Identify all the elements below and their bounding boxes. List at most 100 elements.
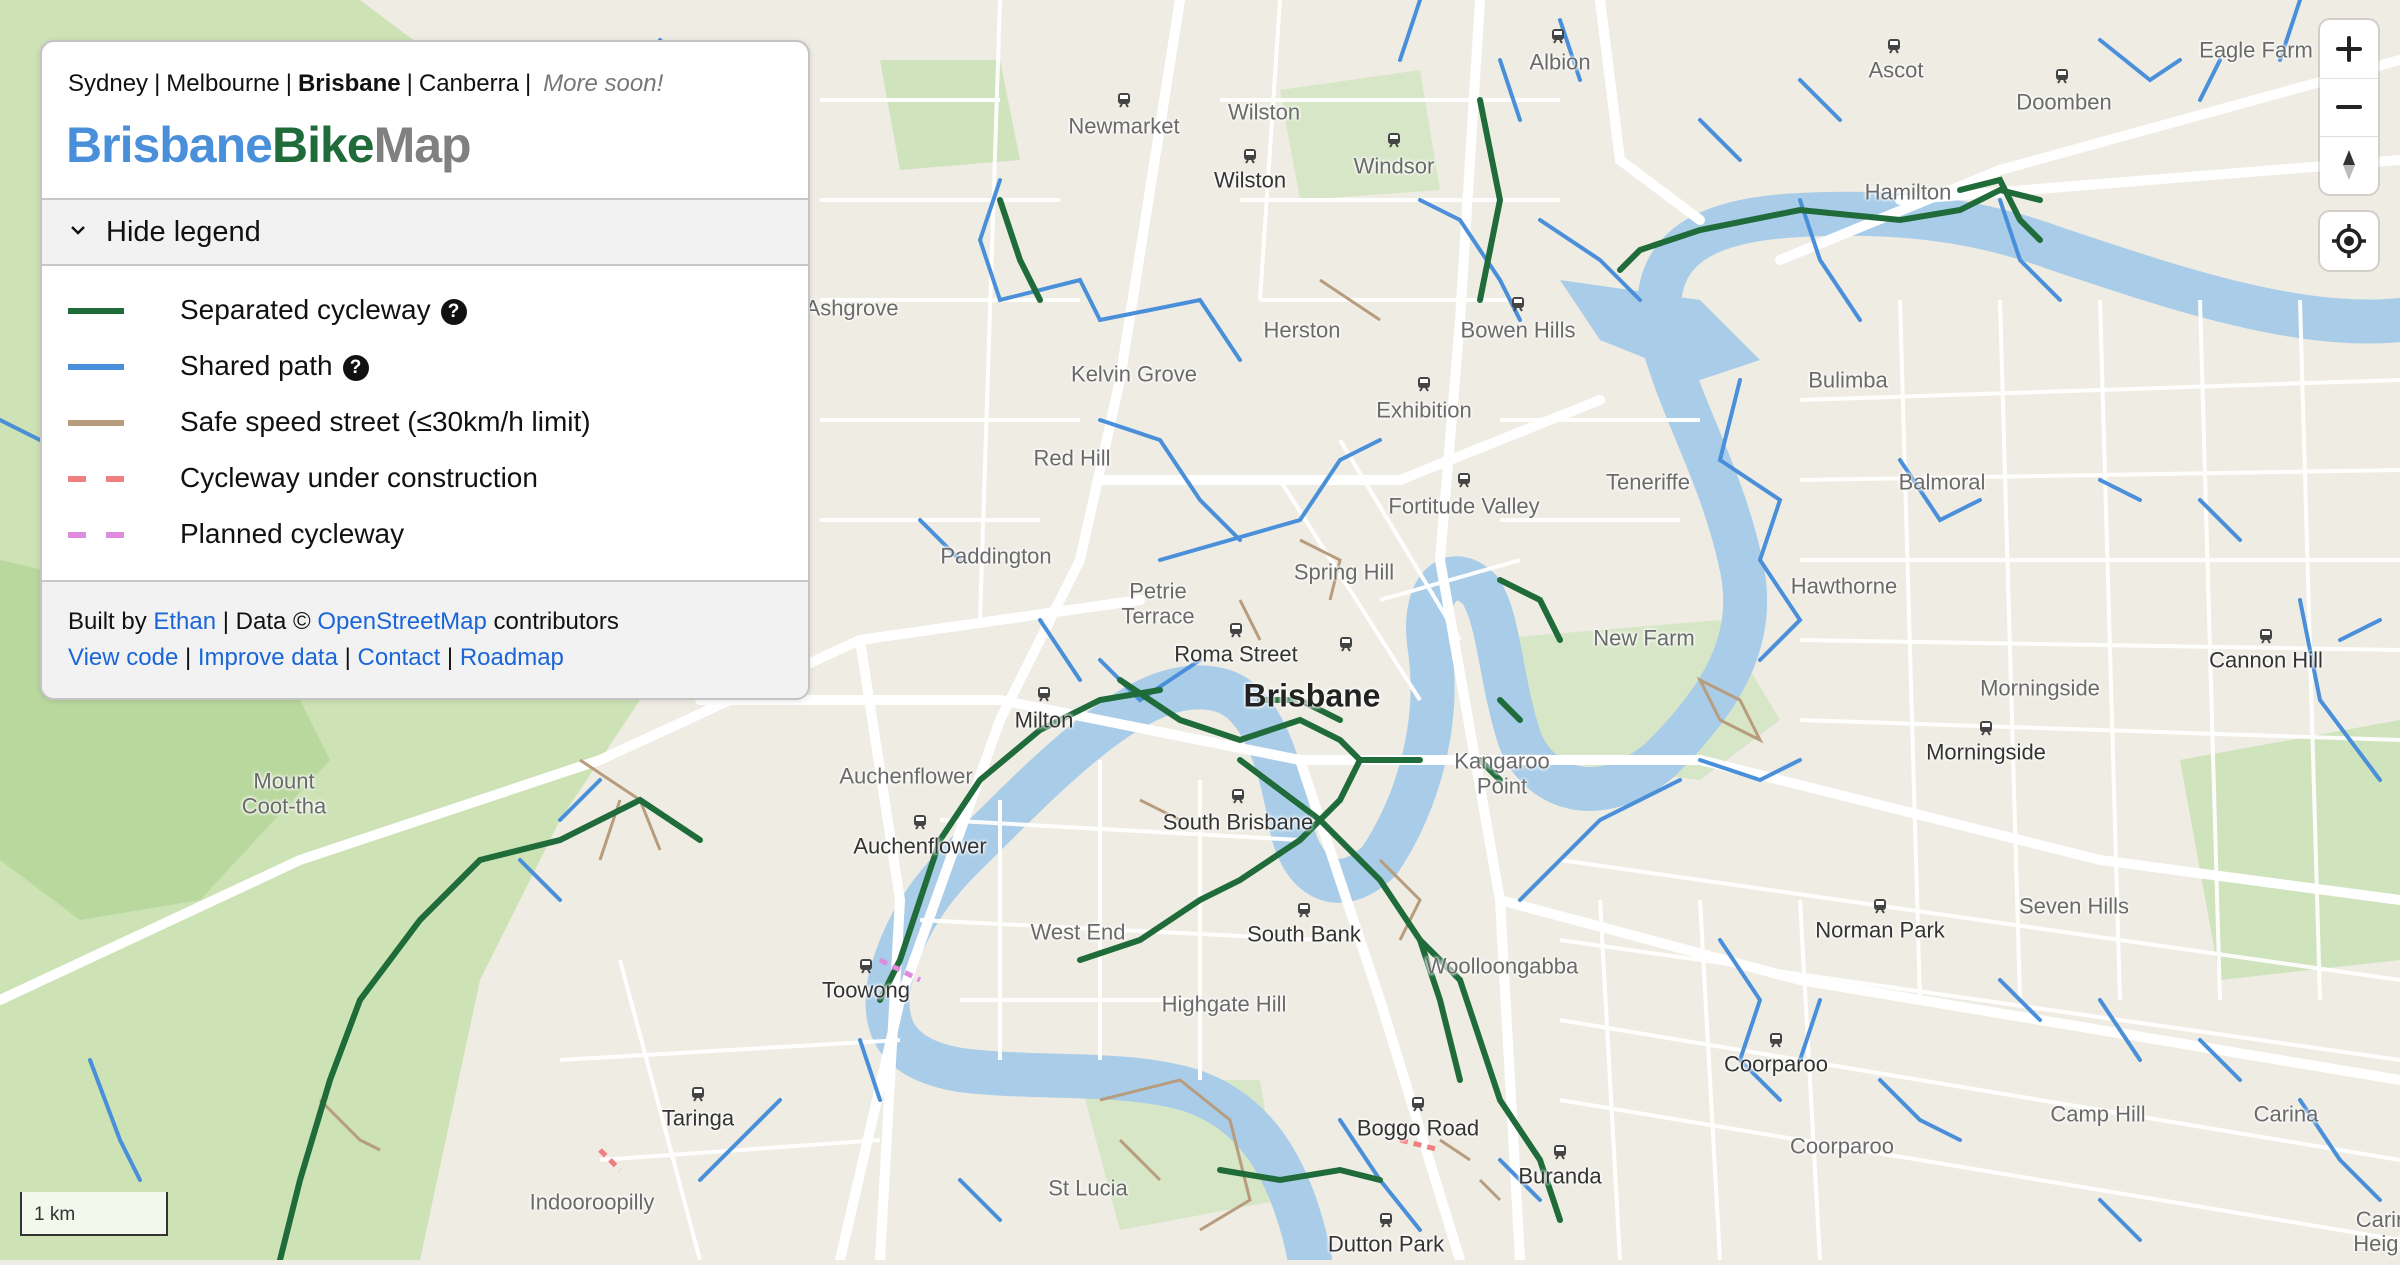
contact-link[interactable]: Contact xyxy=(358,644,441,671)
label-fortitude-valley: Fortitude Valley xyxy=(1388,493,1540,519)
train-station-icon xyxy=(1038,687,1050,702)
label-west-end: West End xyxy=(1030,919,1126,945)
train-station-icon xyxy=(1380,1213,1392,1228)
label-coorparoo: Coorparoo xyxy=(1790,1133,1894,1159)
label-morningside: Morningside xyxy=(1926,739,2046,765)
train-station-icon xyxy=(860,959,872,974)
scale-bar-label: 1 km xyxy=(34,1204,76,1225)
city-separator: | xyxy=(406,70,413,97)
train-station-icon xyxy=(914,815,926,830)
label-cannon-hill: Cannon Hill xyxy=(2209,647,2323,673)
label-carina: Carina xyxy=(2253,1101,2319,1127)
label-hamilton: Hamilton xyxy=(1864,179,1952,205)
legend-item-planned: Planned cycleway xyxy=(68,514,768,554)
view-code-link[interactable]: View code xyxy=(68,644,178,671)
legend-swatch-shared xyxy=(68,364,124,370)
train-station-icon xyxy=(1388,133,1400,148)
label-bulimba: Bulimba xyxy=(1808,367,1888,393)
label-woolloongabba: Woolloongabba xyxy=(1425,953,1579,979)
label-mount-coot-tha: Mount Coot-tha xyxy=(241,768,327,819)
plus-icon xyxy=(2336,36,2362,62)
label-kelvin-grove: Kelvin Grove xyxy=(1071,361,1197,387)
locate-icon xyxy=(2332,224,2366,258)
label-kangaroo-point: Kangaroo Point xyxy=(1454,748,1550,799)
train-station-icon xyxy=(1418,377,1430,392)
credits-line: Built by Ethan | Data © OpenStreetMap co… xyxy=(68,608,619,636)
train-station-icon xyxy=(1458,473,1470,488)
label-wilston: Wilston xyxy=(1213,167,1287,193)
legend-item-separated-cycleway: Separated cycleway? xyxy=(68,290,768,330)
zoom-in-button[interactable] xyxy=(2320,20,2378,78)
legend-swatch-separated xyxy=(68,308,124,314)
train-station-icon xyxy=(1412,1097,1424,1112)
legend-item-under-construction: Cycleway under construction xyxy=(68,458,768,498)
train-station-icon xyxy=(1230,623,1242,638)
locate-button[interactable] xyxy=(2320,212,2378,270)
improve-data-link[interactable]: Improve data xyxy=(198,644,338,671)
label-buranda: Buranda xyxy=(1518,1163,1602,1189)
label-auchenflower: Auchenflower xyxy=(853,833,987,859)
train-station-icon xyxy=(1980,721,1992,736)
train-station-icon xyxy=(1118,93,1130,108)
logo-bike: Bike xyxy=(271,117,375,173)
legend-toggle[interactable]: Hide legend xyxy=(42,198,808,266)
label-roma-street: Roma Street xyxy=(1174,641,1298,667)
label-ascot: Ascot xyxy=(1868,57,1924,83)
city-link-sydney[interactable]: Sydney xyxy=(68,70,148,97)
label-boggo-road: Boggo Road xyxy=(1356,1115,1480,1141)
label-brisbane-city: Brisbane xyxy=(1243,677,1381,714)
legend-swatch-safe-speed xyxy=(68,420,124,426)
label-carin: Carin xyxy=(2355,1206,2400,1232)
train-station-icon xyxy=(692,1087,704,1102)
compass-icon xyxy=(2343,150,2355,180)
contributors-text: contributors xyxy=(493,608,619,635)
scale-bar: 1 km xyxy=(20,1192,168,1236)
label-herston: Herston xyxy=(1263,317,1341,343)
label-milton: Milton xyxy=(1014,707,1074,733)
label-highgate-hill: Highgate Hill xyxy=(1161,991,1287,1017)
label-seven-hills: Seven Hills xyxy=(2018,893,2130,919)
link-separator: | xyxy=(446,644,454,671)
help-icon[interactable]: ? xyxy=(440,299,467,325)
label-hawthorne: Hawthorne xyxy=(1790,573,1898,599)
label-coorparoo-station: Coorparoo xyxy=(1724,1051,1828,1077)
label-heigh: Heigh xyxy=(2353,1231,2400,1256)
site-logo: BrisbaneBikeMap xyxy=(66,116,472,174)
footer-links: View code | Improve data | Contact | Roa… xyxy=(68,644,564,672)
legend-label-separated: Separated cycleway xyxy=(180,294,431,325)
train-station-icon xyxy=(2260,629,2272,644)
zoom-out-button[interactable] xyxy=(2320,78,2378,136)
compass-button[interactable] xyxy=(2320,136,2378,194)
train-station-icon xyxy=(1512,297,1524,312)
label-albion: Albion xyxy=(1529,49,1591,75)
legend-item-shared-path: Shared path? xyxy=(68,346,768,386)
zoom-control xyxy=(2320,20,2378,194)
label-camp-hill: Camp Hill xyxy=(2050,1101,2146,1127)
help-icon[interactable]: ? xyxy=(342,355,369,381)
train-station-icon xyxy=(2056,69,2068,84)
train-station-icon xyxy=(1888,39,1900,54)
label-dutton-park: Dutton Park xyxy=(1327,1231,1445,1257)
legend-swatch-planned xyxy=(68,532,124,538)
legend-swatch-construction xyxy=(68,476,124,482)
logo-brisbane: Brisbane xyxy=(66,117,273,173)
label-exhibition: Exhibition xyxy=(1376,397,1472,423)
train-station-icon xyxy=(1770,1033,1782,1048)
chevron-down-icon xyxy=(71,226,85,235)
city-link-canberra[interactable]: Canberra xyxy=(419,70,519,97)
label-south-bank: South Bank xyxy=(1247,921,1361,947)
city-link-melbourne[interactable]: Melbourne xyxy=(166,70,279,97)
train-station-icon xyxy=(1232,789,1244,804)
more-soon-note: More soon! xyxy=(543,70,664,97)
label-south-brisbane: South Brisbane xyxy=(1162,809,1314,835)
author-link[interactable]: Ethan xyxy=(153,608,216,635)
osm-link[interactable]: OpenStreetMap xyxy=(317,608,486,635)
label-toowong: Toowong xyxy=(821,977,911,1003)
roadmap-link[interactable]: Roadmap xyxy=(460,644,564,671)
legend-label-planned: Planned cycleway xyxy=(180,518,405,549)
label-norman-park: Norman Park xyxy=(1815,917,1945,943)
label-wilston-area: Wilston xyxy=(1227,99,1301,125)
label-indooroopilly: Indooroopilly xyxy=(529,1189,655,1215)
train-station-icon xyxy=(1298,903,1310,918)
label-new-farm: New Farm xyxy=(1593,625,1695,651)
